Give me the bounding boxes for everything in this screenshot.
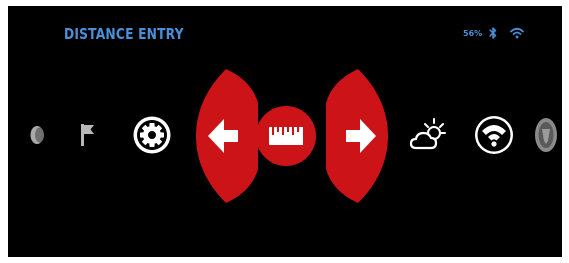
menu-item-settings[interactable] [132,115,172,155]
menu-item-distance-entry[interactable] [255,105,317,167]
shield-icon [535,118,557,152]
menu-item-weather[interactable] [408,116,448,154]
menu-item-night-mode[interactable] [26,120,48,150]
scroll-right-button[interactable] [326,69,388,203]
wifi-icon [475,116,513,154]
right-arrow-icon [326,69,388,203]
wifi-status-icon [510,27,524,39]
scroll-left-button[interactable] [196,69,258,203]
weather-icon [409,118,446,150]
moon-icon [30,126,44,144]
battery-level: 56% [463,29,483,38]
left-arrow-icon [196,69,258,203]
flag-icon [81,124,94,146]
icon-carousel [8,46,562,257]
status-bar: DISTANCE ENTRY 56% [8,6,562,46]
gear-icon [133,116,171,154]
device-screen: DISTANCE ENTRY 56% [8,6,562,257]
bluetooth-icon [489,27,497,39]
menu-item-profile[interactable] [534,117,558,153]
menu-item-wifi[interactable] [474,115,514,155]
page-title: DISTANCE ENTRY [64,25,184,43]
ruler-icon [256,106,316,166]
menu-item-flag[interactable] [78,122,98,148]
